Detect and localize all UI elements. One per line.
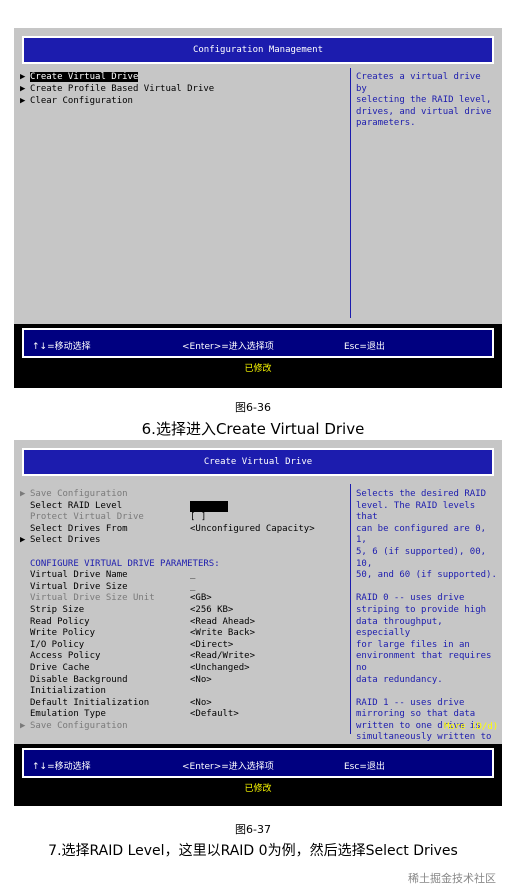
setting-row-i-o-policy[interactable]: I/O Policy	[20, 640, 84, 651]
setting-row-disable-background[interactable]: Disable Background	[20, 675, 128, 686]
setting-row-virtual-drive-size[interactable]: Virtual Drive Size	[20, 582, 128, 593]
footer-bar: ↑↓=移动选择 <Enter>=进入选择项 Esc=退出 已修改	[14, 744, 502, 806]
setting-label: Drive Cache	[30, 663, 90, 673]
figure-caption-6-36: 图6-36	[235, 401, 271, 414]
esc-hint: Esc=退出	[344, 762, 385, 772]
setting-label: Select RAID Level	[30, 500, 123, 511]
submenu-arrow-icon: ▶	[20, 96, 26, 106]
setting-row-access-policy[interactable]: Access Policy	[20, 651, 100, 662]
bios-screen-create-virtual-drive: Create Virtual Drive ▶ Save Configuration…	[14, 440, 502, 806]
submenu-arrow-icon: ▶	[20, 84, 26, 94]
nav-hint: ↑↓=移动选择	[32, 342, 91, 352]
setting-value[interactable]: <Direct>	[190, 640, 233, 651]
setting-value[interactable]: <RAID0>	[190, 500, 228, 512]
setting-label: Virtual Drive Name	[30, 570, 128, 581]
submenu-arrow-icon: ▶	[20, 489, 26, 499]
setting-value[interactable]: <256 KB>	[190, 605, 233, 616]
setting-value[interactable]: <Read/Write>	[190, 651, 255, 662]
screen-title: Configuration Management	[22, 36, 494, 64]
setting-row-default-initialization[interactable]: Default Initialization	[20, 698, 149, 709]
spacer-row	[20, 547, 30, 558]
setting-row-select-drives[interactable]: ▶ Select Drives	[20, 535, 100, 546]
setting-label: CONFIGURE VIRTUAL DRIVE PARAMETERS:	[30, 558, 220, 569]
footer-bar: ↑↓=移动选择 <Enter>=进入选择项 Esc=退出 已修改	[14, 324, 502, 388]
setting-value[interactable]: <Unchanged>	[190, 663, 250, 674]
more-indicator: More (D/d)	[444, 722, 499, 732]
setting-value[interactable]: _	[190, 570, 195, 581]
setting-label: Save Configuration	[30, 721, 128, 731]
enter-hint: <Enter>=进入选择项	[182, 762, 274, 772]
setting-value[interactable]: <No>	[190, 698, 212, 709]
setting-row-virtual-drive-size-unit: Virtual Drive Size Unit	[20, 593, 155, 604]
setting-row-virtual-drive-name[interactable]: Virtual Drive Name	[20, 570, 128, 581]
setting-label: Strip Size	[30, 605, 85, 615]
setting-value[interactable]: [ ]	[190, 512, 206, 523]
submenu-arrow-icon: ▶	[20, 72, 26, 82]
setting-row-initialization[interactable]: Initialization	[20, 686, 106, 697]
menu-item-create-virtual-drive[interactable]: ▶ Create Virtual Drive	[20, 72, 139, 83]
setting-value[interactable]: <No>	[190, 675, 212, 686]
screen-title: Create Virtual Drive	[22, 448, 494, 476]
setting-label: Read Policy	[30, 616, 90, 627]
setting-row-save-configuration: ▶ Save Configuration	[20, 721, 128, 732]
setting-label: Save Configuration	[30, 489, 128, 499]
menu-item-clear-configuration[interactable]: ▶ Clear Configuration	[20, 96, 133, 107]
setting-label: Initialization	[30, 686, 106, 697]
key-hints: ↑↓=移动选择 <Enter>=进入选择项 Esc=退出	[22, 748, 494, 778]
setting-label: Disable Background	[30, 674, 128, 685]
step-heading-6: 6.选择进入Create Virtual Drive	[141, 420, 365, 438]
modified-status: 已修改	[244, 364, 272, 374]
setting-row-protect-virtual-drive: Protect Virtual Drive	[20, 512, 144, 523]
help-text: Creates a virtual drive by selecting the…	[356, 72, 492, 129]
step-heading-7: 7.选择RAID Level，这里以RAID 0为例，然后选择Select Dr…	[48, 843, 458, 859]
pane-divider	[350, 484, 351, 734]
setting-row-read-policy[interactable]: Read Policy	[20, 617, 90, 628]
submenu-arrow-icon: ▶	[20, 721, 26, 731]
setting-label: I/O Policy	[30, 639, 85, 650]
setting-label: Write Policy	[30, 628, 96, 639]
watermark: 稀土掘金技术社区	[408, 872, 496, 885]
setting-value[interactable]: <Unconfigured Capacity>	[190, 524, 315, 535]
setting-row-strip-size[interactable]: Strip Size	[20, 605, 84, 616]
figure-caption-6-37: 图6-37	[235, 823, 271, 836]
modified-status: 已修改	[244, 784, 272, 794]
nav-hint: ↑↓=移动选择	[32, 762, 91, 772]
setting-label: Virtual Drive Size	[30, 581, 128, 592]
menu-item-create-profile-based-virtual-drive[interactable]: ▶ Create Profile Based Virtual Drive	[20, 84, 214, 95]
setting-value[interactable]: <Read Ahead>	[190, 617, 255, 628]
setting-row-write-policy[interactable]: Write Policy	[20, 628, 95, 639]
setting-row-save-configuration: ▶ Save Configuration	[20, 489, 128, 500]
setting-row-drive-cache[interactable]: Drive Cache	[20, 663, 90, 674]
setting-value[interactable]: <GB>	[190, 593, 212, 604]
setting-row-configure-virtual-drive-parameters: CONFIGURE VIRTUAL DRIVE PARAMETERS:	[20, 559, 220, 570]
setting-row-select-raid-level[interactable]: Select RAID Level	[20, 501, 122, 512]
setting-label: Protect Virtual Drive	[30, 512, 144, 523]
bios-screen-configuration-management: Configuration Management ▶ Create Virtual…	[14, 28, 502, 388]
esc-hint: Esc=退出	[344, 342, 385, 352]
setting-value[interactable]: <Default>	[190, 709, 239, 720]
submenu-arrow-icon: ▶	[20, 535, 26, 546]
setting-row-select-drives-from[interactable]: Select Drives From	[20, 524, 128, 535]
setting-row-emulation-type[interactable]: Emulation Type	[20, 709, 106, 720]
key-hints: ↑↓=移动选择 <Enter>=进入选择项 Esc=退出	[22, 328, 494, 358]
setting-label: Emulation Type	[30, 709, 106, 720]
setting-label: Default Initialization	[30, 697, 150, 708]
setting-label: Select Drives	[30, 535, 101, 546]
enter-hint: <Enter>=进入选择项	[182, 342, 274, 352]
setting-label: Select Drives From	[30, 523, 128, 534]
setting-value[interactable]: <Write Back>	[190, 628, 255, 639]
setting-label: Access Policy	[30, 651, 101, 662]
setting-value[interactable]: _	[190, 582, 195, 593]
setting-label: Virtual Drive Size Unit	[30, 593, 155, 604]
pane-divider	[350, 68, 351, 318]
